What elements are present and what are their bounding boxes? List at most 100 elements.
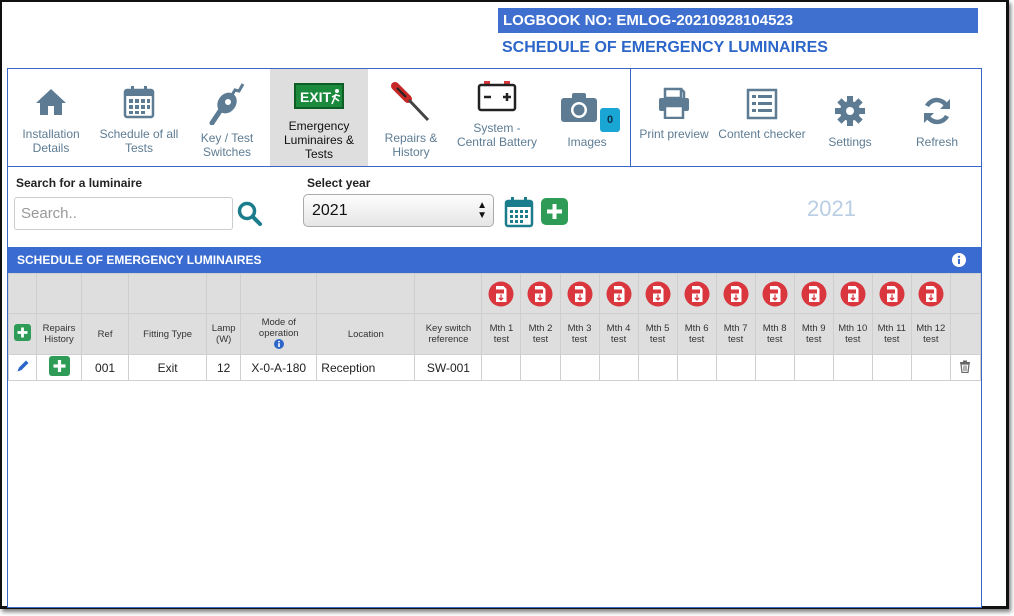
calendar-button-icon[interactable] [504, 196, 534, 228]
cell-month-9[interactable] [793, 354, 834, 381]
header-month-8: Mth 8 test [754, 313, 795, 355]
pdf-cell-month-3 [559, 273, 600, 314]
toolbar-label: Settings [828, 135, 872, 149]
info-icon[interactable] [952, 253, 966, 267]
pdf-icon[interactable] [488, 281, 514, 307]
cell-ref: 001 [81, 354, 130, 381]
search-icon[interactable] [237, 201, 263, 227]
mode-info-icon[interactable] [273, 338, 284, 349]
home-icon [36, 89, 66, 115]
pdf-cell-month-11 [871, 273, 912, 314]
toolbar-settings[interactable]: Settings [807, 69, 893, 166]
pdf-icon[interactable] [567, 281, 593, 307]
pdf-icon[interactable] [684, 281, 710, 307]
pdf-cell-month-5 [637, 273, 678, 314]
search-input[interactable] [14, 197, 233, 230]
running-man-icon [331, 89, 341, 105]
search-label: Search for a luminaire [16, 176, 143, 190]
add-year-button[interactable] [541, 198, 568, 225]
toolbar-content-checker[interactable]: Content checker [717, 69, 807, 166]
add-luminaire-button[interactable] [14, 324, 31, 341]
gear-icon [835, 96, 865, 126]
header-fitting-type: Fitting Type [128, 313, 208, 355]
toolbar-label: System - Central Battery [456, 121, 538, 149]
cell-month-1[interactable] [481, 354, 522, 381]
toolbar-label: Content checker [718, 127, 806, 141]
header-mode-of-operation: Mode of operation [240, 313, 318, 355]
pdf-icon[interactable] [879, 281, 905, 307]
header-month-7: Mth 7 test [715, 313, 756, 355]
pdf-cell-month-8 [754, 273, 795, 314]
pdf-cell-month-7 [715, 273, 756, 314]
cell-location: Reception [316, 354, 416, 381]
header-month-12: Mth 12 test [910, 313, 951, 355]
edit-pencil-icon[interactable] [16, 359, 30, 373]
logbook-number: LOGBOOK NO: EMLOG-20210928104523 [498, 8, 978, 33]
header-month-5: Mth 5 test [637, 313, 678, 355]
pdf-icon[interactable] [527, 281, 553, 307]
header-repairs-history: Repairs History [36, 313, 83, 355]
cell-month-10[interactable] [832, 354, 873, 381]
toolbar-repairs-history[interactable]: Repairs & History [368, 69, 454, 166]
header-location: Location [316, 313, 416, 355]
pdf-icon[interactable] [762, 281, 788, 307]
toolbar-schedule-of-all-tests[interactable]: Schedule of all Tests [94, 69, 184, 166]
toolbar-label: Repairs & History [384, 131, 438, 159]
toolbar-label: Key / Test Switches [200, 131, 254, 159]
toolbar-emergency-luminaires-tests[interactable]: EXIT Emergency Luminaires & Tests [270, 69, 368, 166]
year-select[interactable]: 2021 ▲ ▼ [303, 194, 494, 227]
toolbar-system-central-battery[interactable]: System - Central Battery [454, 69, 540, 166]
trash-icon[interactable] [959, 360, 971, 373]
pdf-icon[interactable] [918, 281, 944, 307]
year-select-value: 2021 [312, 202, 348, 219]
header-month-10: Mth 10 test [832, 313, 873, 355]
pdf-cell-month-10 [832, 273, 873, 314]
pdf-icon[interactable] [645, 281, 671, 307]
print-icon [659, 87, 689, 119]
table-header-row: Repairs History Ref Fitting Type Lamp (W… [7, 313, 982, 355]
pdf-icon[interactable] [840, 281, 866, 307]
header-ref: Ref [81, 313, 130, 355]
pdf-icon[interactable] [801, 281, 827, 307]
header-month-1: Mth 1 test [481, 313, 522, 355]
cell-month-4[interactable] [598, 354, 639, 381]
pdf-icon[interactable] [723, 281, 749, 307]
section-header: SCHEDULE OF EMERGENCY LUMINAIRES [8, 247, 981, 273]
cell-month-5[interactable] [637, 354, 678, 381]
year-label: Select year [307, 176, 371, 190]
pdf-icon[interactable] [606, 281, 632, 307]
toolbar-refresh[interactable]: Refresh [893, 69, 981, 166]
header-month-4: Mth 4 test [598, 313, 639, 355]
main-panel: Installation Details Schedule of all Tes… [7, 68, 982, 608]
cell-month-3[interactable] [559, 354, 600, 381]
pdf-icons-row [7, 273, 982, 314]
cell-lamp: 12 [206, 354, 242, 381]
toolbar-label: Print preview [639, 127, 709, 141]
cell-month-7[interactable] [715, 354, 756, 381]
images-count-badge: 0 [600, 108, 620, 132]
toolbar-images[interactable]: 0 Images [544, 69, 630, 166]
cell-month-2[interactable] [520, 354, 561, 381]
cell-month-11[interactable] [871, 354, 912, 381]
key-switch-icon [209, 83, 245, 125]
select-arrows-icon: ▲ ▼ [477, 200, 487, 221]
battery-icon [477, 81, 517, 112]
pdf-cell-month-4 [598, 273, 639, 314]
pdf-cell-month-1 [481, 273, 522, 314]
header-month-11: Mth 11 test [871, 313, 912, 355]
toolbar-key-test-switches[interactable]: Key / Test Switches [184, 69, 270, 166]
screwdriver-icon [391, 82, 430, 122]
repairs-history-cell [36, 354, 83, 381]
cell-month-8[interactable] [754, 354, 795, 381]
toolbar-print-preview[interactable]: Print preview [631, 69, 717, 166]
delete-cell [949, 354, 982, 381]
header-lamp: Lamp (W) [206, 313, 242, 355]
toolbar-installation-details[interactable]: Installation Details [8, 69, 94, 166]
add-repair-button[interactable] [48, 356, 70, 376]
pdf-cell-month-2 [520, 273, 561, 314]
cell-mode: X-0-A-180 [240, 354, 318, 381]
cell-key-switch: SW-001 [414, 354, 483, 381]
cell-month-12[interactable] [910, 354, 951, 381]
luminaires-table: Repairs History Ref Fitting Type Lamp (W… [7, 273, 982, 381]
cell-month-6[interactable] [676, 354, 717, 381]
